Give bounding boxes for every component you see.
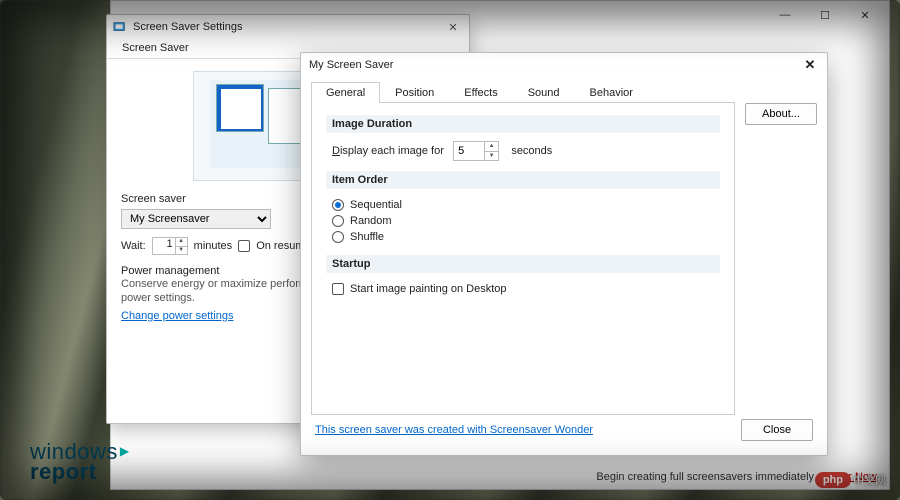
radio-sequential[interactable] [332,199,344,211]
my-screensaver-title: My Screen Saver [309,59,801,71]
tab-behavior[interactable]: Behavior [575,82,648,103]
tab-screensaver[interactable]: Screen Saver [113,39,198,57]
duration-unit: seconds [511,145,552,157]
my-screensaver-window: My Screen Saver ✕ General Position Effec… [300,52,828,456]
checkbox-start-painting-label: Start image painting on Desktop [350,283,507,295]
close-icon[interactable]: ✕ [443,21,463,34]
onresume-checkbox[interactable] [238,240,250,252]
radio-shuffle-label: Shuffle [350,231,384,243]
footer-text: Begin creating full screensavers immedia… [596,471,823,483]
wait-unit: minutes [194,240,233,252]
change-power-settings-link[interactable]: Change power settings [121,310,234,322]
duration-stepper[interactable]: ▲▼ [453,141,499,161]
close-button[interactable]: Close [741,419,813,441]
chevron-up-icon: ▲ [484,142,498,152]
minimize-button[interactable]: — [765,3,805,27]
checkbox-start-painting[interactable] [332,283,344,295]
tab-sound[interactable]: Sound [513,82,575,103]
group-startup: Startup [326,255,720,273]
chevron-up-icon: ▲ [175,238,187,247]
tab-panel-general: Image Duration Display each image for ▲▼… [311,103,735,415]
onresume-label: On resum [256,240,304,252]
windows-report-logo: windows▶ report [30,442,130,482]
arrow-icon: ▶ [120,446,130,457]
tabstrip: General Position Effects Sound Behavior [311,81,735,103]
display-each-label: Display each image for [332,145,444,157]
group-image-duration: Image Duration [326,115,720,133]
created-with-link[interactable]: This screen saver was created with Scree… [315,424,593,436]
screensaver-select[interactable]: My Screensaver [121,209,271,229]
tab-effects[interactable]: Effects [449,82,512,103]
chevron-down-icon: ▼ [175,247,187,255]
group-item-order: Item Order [326,171,720,189]
duration-input[interactable] [454,142,484,160]
radio-shuffle[interactable] [332,231,344,243]
close-icon[interactable]: ✕ [801,57,819,73]
chevron-down-icon: ▼ [484,152,498,161]
wait-stepper[interactable]: 1 ▲▼ [152,237,188,255]
php-cn-badge: php 中文网 [815,472,886,488]
wait-label: Wait: [121,240,146,252]
radio-sequential-label: Sequential [350,199,402,211]
tab-general[interactable]: General [311,82,380,103]
about-button[interactable]: About... [745,103,817,125]
radio-random[interactable] [332,215,344,227]
radio-random-label: Random [350,215,392,227]
screensaver-settings-title: Screen Saver Settings [133,21,443,33]
maximize-button[interactable]: ☐ [805,3,845,27]
screensaver-icon [113,20,127,34]
close-button[interactable]: ✕ [845,3,885,27]
tab-position[interactable]: Position [380,82,449,103]
